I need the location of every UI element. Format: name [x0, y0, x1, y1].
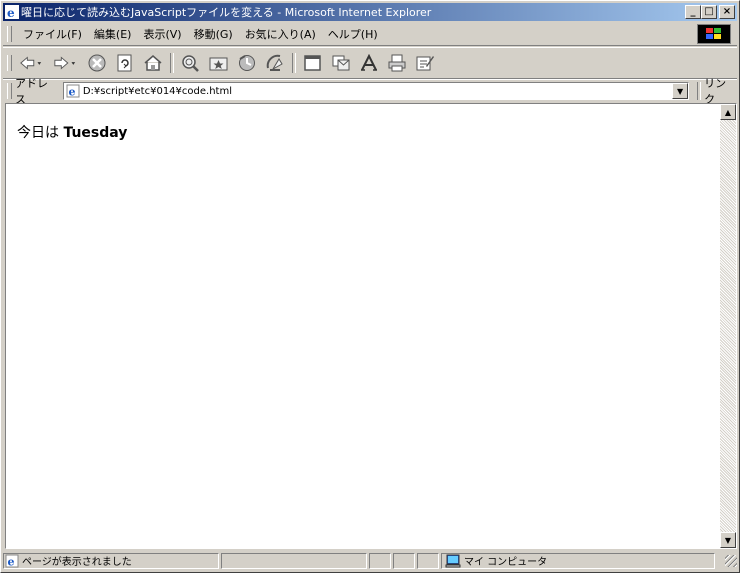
edit-icon[interactable]	[413, 51, 437, 75]
vertical-scrollbar[interactable]: ▲ ▼	[720, 104, 736, 548]
toolbar	[3, 47, 737, 79]
page-icon: e	[66, 84, 80, 98]
address-grip[interactable]	[7, 83, 12, 99]
toolbar-grip[interactable]	[7, 55, 12, 71]
favorites-icon[interactable]	[207, 51, 231, 75]
address-bar: アドレス e D:¥script¥etc¥014¥code.html ▼ リンク	[3, 77, 737, 106]
home-icon[interactable]	[141, 51, 165, 75]
svg-text:e: e	[68, 86, 75, 99]
browser-window: e 曜日に応じて読み込むJavaScriptファイルを変える - Microso…	[0, 0, 740, 573]
windows-logo-icon	[697, 24, 731, 44]
resize-grip[interactable]	[725, 554, 737, 567]
caption-buttons: _ □ ×	[685, 5, 735, 19]
ie-icon: e	[5, 5, 19, 19]
menu-view[interactable]: 表示(V)	[137, 26, 187, 42]
window-title: 曜日に応じて読み込むJavaScriptファイルを変える - Microsoft…	[21, 6, 432, 19]
stop-icon[interactable]	[85, 51, 109, 75]
toolbar-separator	[170, 53, 174, 73]
close-button[interactable]: ×	[719, 5, 735, 19]
status-message: ページが表示されました	[22, 557, 132, 568]
svg-text:e: e	[7, 6, 15, 19]
day-message: 今日は Tuesday	[17, 122, 127, 142]
title-bar: e 曜日に応じて読み込むJavaScriptファイルを変える - Microso…	[3, 3, 737, 21]
toolbar-separator	[292, 53, 296, 73]
menu-file[interactable]: ファイル(F)	[17, 26, 88, 42]
status-panel	[393, 552, 415, 569]
refresh-icon[interactable]	[113, 51, 137, 75]
font-icon[interactable]	[357, 51, 381, 75]
page-icon: e	[5, 554, 19, 568]
status-message-panel: e ページが表示されました	[3, 552, 219, 569]
forward-icon[interactable]	[53, 51, 77, 75]
print-icon[interactable]	[385, 51, 409, 75]
channels-icon[interactable]	[263, 51, 287, 75]
status-zone: マイ コンピュータ	[464, 557, 548, 568]
day-prefix: 今日は	[17, 125, 59, 141]
scroll-up-button[interactable]: ▲	[720, 104, 736, 120]
status-panel	[417, 552, 439, 569]
scroll-down-button[interactable]: ▼	[720, 532, 736, 548]
status-progress-panel	[221, 552, 367, 569]
address-dropdown-button[interactable]: ▼	[672, 83, 689, 99]
svg-text:e: e	[8, 555, 15, 568]
menu-bar: ファイル(F) 編集(E) 表示(V) 移動(G) お気に入り(A) ヘルプ(H…	[3, 23, 737, 46]
address-value[interactable]: D:¥script¥etc¥014¥code.html	[83, 86, 232, 97]
maximize-button[interactable]: □	[701, 5, 717, 19]
menu-help[interactable]: ヘルプ(H)	[322, 26, 384, 42]
day-name: Tuesday	[63, 125, 128, 141]
menu-favorites[interactable]: お気に入り(A)	[239, 26, 322, 42]
computer-icon	[445, 554, 461, 567]
menu-go[interactable]: 移動(G)	[188, 26, 239, 42]
back-icon[interactable]	[19, 51, 43, 75]
mail-icon[interactable]	[329, 51, 353, 75]
fullscreen-icon[interactable]	[301, 51, 325, 75]
links-separator	[697, 82, 702, 100]
minimize-button[interactable]: _	[685, 5, 701, 19]
status-zone-panel: マイ コンピュータ	[441, 552, 715, 569]
menu-edit[interactable]: 編集(E)	[88, 26, 138, 42]
search-icon[interactable]	[179, 51, 203, 75]
status-panel	[369, 552, 391, 569]
status-bar: e ページが表示されました マイ コンピュータ	[3, 551, 737, 570]
history-icon[interactable]	[235, 51, 259, 75]
page-content: 今日は Tuesday ▲ ▼	[5, 103, 737, 549]
menu-grip[interactable]	[7, 26, 12, 42]
address-input[interactable]: e D:¥script¥etc¥014¥code.html ▼	[62, 82, 690, 100]
